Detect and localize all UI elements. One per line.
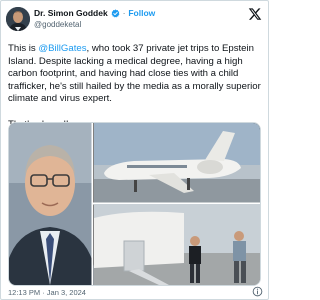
- x-logo-icon[interactable]: [248, 7, 262, 21]
- separator-dot: ·: [122, 8, 126, 18]
- jet-boarding-photo[interactable]: [94, 204, 260, 285]
- tweet-text-start: This is: [8, 43, 39, 54]
- verified-badge-icon: [111, 8, 120, 17]
- tweet-text: This is @BillGates, who took 37 private …: [8, 43, 263, 131]
- author-name[interactable]: Dr. Simon Goddek: [34, 8, 108, 18]
- info-icon[interactable]: [252, 286, 263, 297]
- portrait-photo[interactable]: [9, 123, 97, 285]
- media-grid[interactable]: [8, 122, 261, 286]
- private-jet-photo[interactable]: [94, 123, 260, 203]
- mention-link[interactable]: @BillGates: [38, 43, 86, 54]
- author-handle[interactable]: @goddeketal: [34, 20, 81, 29]
- post-timestamp[interactable]: 12:13 PM · Jan 3, 2024: [8, 288, 86, 297]
- follow-button[interactable]: Follow: [128, 8, 155, 18]
- author-avatar[interactable]: [6, 7, 30, 31]
